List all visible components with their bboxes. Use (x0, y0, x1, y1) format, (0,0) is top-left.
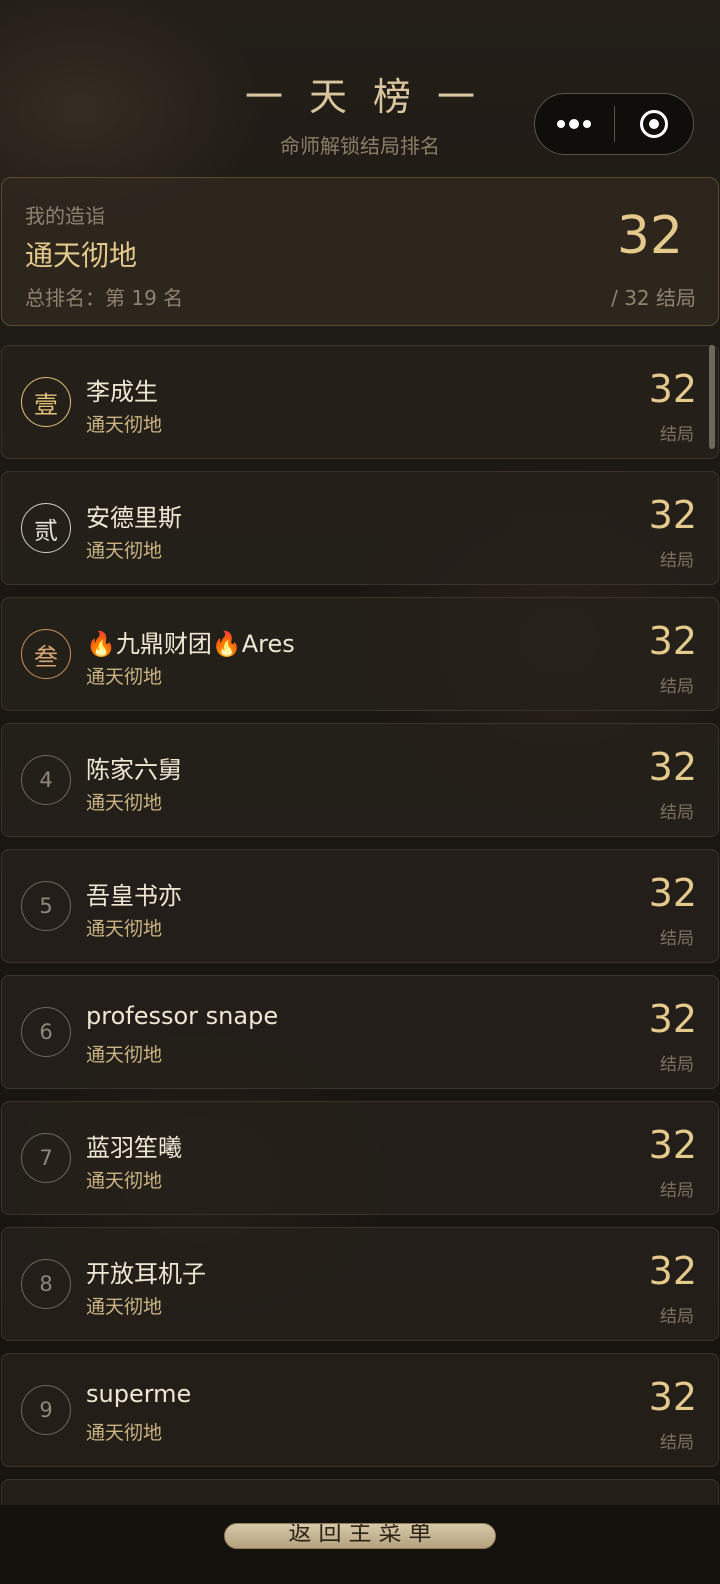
scrollbar[interactable] (709, 345, 715, 449)
player-title: 通天彻地 (86, 666, 163, 688)
rank-badge: 7 (21, 1133, 71, 1183)
rank-badge: 9 (21, 1385, 71, 1435)
player-score: 32 (648, 1375, 697, 1419)
player-score: 32 (648, 1123, 697, 1167)
score-unit: 结局 (660, 803, 694, 823)
back-to-menu-label: 返回主菜单 (288, 1523, 439, 1546)
leaderboard-row[interactable]: 9 superme 通天彻地 32 结局 (1, 1353, 719, 1467)
score-unit: 结局 (660, 1307, 694, 1327)
leaderboard-row[interactable]: 7 蓝羽笙曦通天彻地 32 结局 (1, 1101, 719, 1215)
player-name: superme (86, 1380, 192, 1408)
score-unit: 结局 (660, 425, 694, 445)
player-name: 🔥九鼎财团🔥Ares (86, 630, 295, 658)
player-title: 通天彻地 (86, 918, 163, 940)
my-card-score: 32 (616, 206, 683, 266)
page-header: 一天榜一 命师解锁结局排名 (0, 0, 720, 170)
leaderboard-row[interactable]: 4 陈家六舅通天彻地 32 结局 (1, 723, 719, 837)
my-card-title: 通天彻地 (25, 239, 138, 272)
rank-badge: 6 (21, 1007, 71, 1057)
player-score: 32 (648, 619, 697, 663)
score-unit: 结局 (660, 1181, 694, 1201)
my-card-rank: 总排名：第 19 名 (25, 286, 184, 310)
player-score: 32 (648, 997, 697, 1041)
leaderboard-row[interactable]: 叁 🔥九鼎财团🔥Ares 通天彻地 32 结局 (1, 597, 719, 711)
more-button[interactable] (535, 94, 613, 153)
player-name: 吾皇书亦 (86, 882, 182, 910)
player-title: 通天彻地 (86, 1044, 163, 1066)
leaderboard-row-partial[interactable] (1, 1479, 719, 1505)
close-target-icon (640, 109, 668, 138)
rank-badge: 叁 (21, 629, 71, 679)
footer: 返回主菜单 (0, 1505, 720, 1584)
player-name: professor snape (86, 1002, 279, 1030)
rank-badge: 壹 (21, 377, 71, 427)
player-title: 通天彻地 (86, 1170, 163, 1192)
rank-badge: 8 (21, 1259, 71, 1309)
more-dot (583, 119, 591, 128)
player-score: 32 (648, 367, 697, 411)
score-unit: 结局 (660, 929, 694, 949)
score-unit: 结局 (660, 1055, 694, 1075)
close-target-dot (649, 118, 659, 129)
player-score: 32 (648, 871, 697, 915)
player-title: 通天彻地 (86, 792, 163, 814)
my-card-label: 我的造诣 (25, 204, 105, 228)
my-ranking-card: 我的造诣 通天彻地 总排名：第 19 名 32 / 32 结局 (1, 177, 719, 326)
player-name: 开放耳机子 (86, 1260, 206, 1288)
leaderboard-row[interactable]: 5 吾皇书亦通天彻地 32 结局 (1, 849, 719, 963)
player-score: 32 (648, 745, 697, 789)
player-title: 通天彻地 (86, 1422, 163, 1444)
more-dot (569, 118, 579, 129)
rank-badge: 贰 (21, 503, 71, 553)
back-to-menu-button[interactable]: 返回主菜单 (224, 1523, 496, 1549)
player-name: 蓝羽笙曦 (86, 1134, 182, 1162)
close-button[interactable] (615, 94, 693, 153)
score-unit: 结局 (660, 677, 694, 697)
player-title: 通天彻地 (86, 540, 163, 562)
player-score: 32 (648, 1249, 697, 1293)
leaderboard-row[interactable]: 6 professor snape 通天彻地 32 结局 (1, 975, 719, 1089)
leaderboard-list[interactable]: 壹李成生 通天彻地 32 结局贰安德里斯 通天彻地 32 结局叁 🔥九鼎财团🔥Ares 通天彻地… (0, 345, 720, 1505)
leaderboard-row[interactable]: 8 开放耳机子通天彻地 32 结局 (1, 1227, 719, 1341)
leaderboard-row[interactable]: 贰安德里斯通天彻地 32 结局 (1, 471, 719, 585)
score-unit: 结局 (660, 551, 694, 571)
player-name: 李成生 (86, 378, 158, 406)
player-score: 32 (648, 493, 697, 537)
player-title: 通天彻地 (86, 414, 163, 436)
more-dots-icon (557, 119, 565, 128)
leaderboard-row[interactable]: 壹李成生通天彻地 32 结局 (1, 345, 719, 459)
player-title: 通天彻地 (86, 1296, 163, 1318)
score-unit: 结局 (660, 1433, 694, 1453)
rank-badge: 5 (21, 881, 71, 931)
my-card-total: / 32 结局 (611, 286, 696, 310)
rank-badge: 4 (21, 755, 71, 805)
miniapp-capsule (534, 93, 694, 155)
player-name: 陈家六舅 (86, 756, 182, 784)
player-name: 安德里斯 (86, 504, 182, 532)
